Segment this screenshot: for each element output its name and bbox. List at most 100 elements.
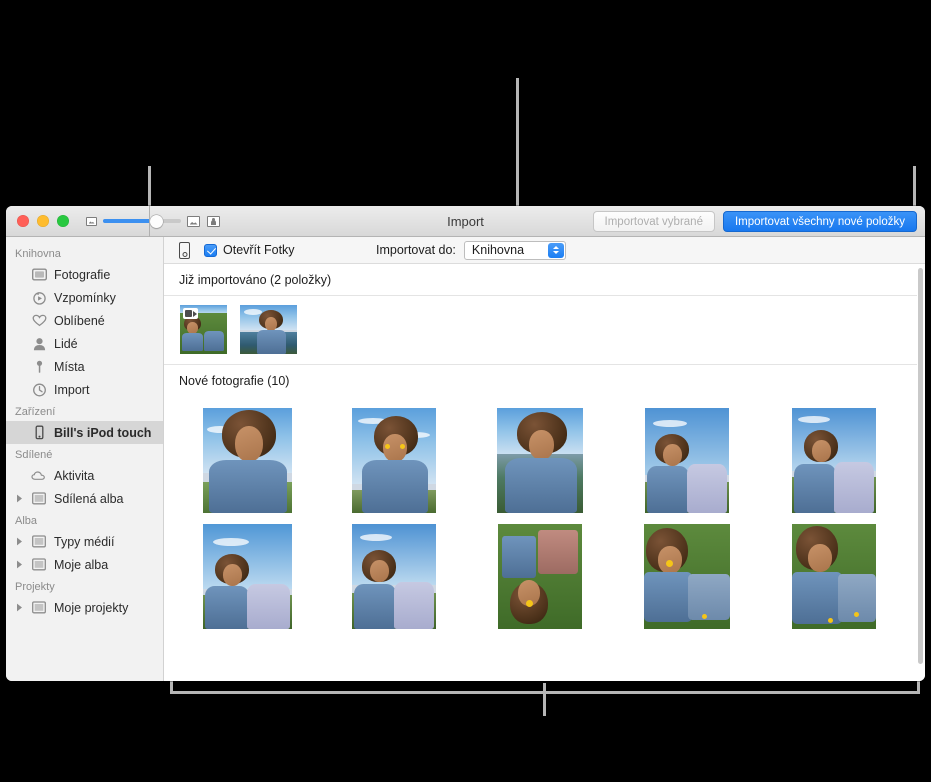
photo-face	[265, 317, 277, 331]
sidebar-item-label: Import	[54, 382, 90, 397]
thumbnail-item[interactable]	[791, 408, 876, 513]
open-photos-checkbox[interactable]	[204, 243, 217, 257]
ipod-icon	[31, 425, 47, 440]
photo-face	[369, 560, 389, 582]
pin-icon	[31, 360, 47, 374]
chevron-right-icon[interactable]	[15, 494, 24, 503]
sidebar-item-moje-alba[interactable]: Moje alba	[6, 553, 163, 576]
photo-cloud	[797, 416, 830, 423]
close-button[interactable]	[17, 215, 29, 227]
photo-clothing	[688, 574, 731, 620]
thumbnail-item[interactable]	[645, 408, 730, 513]
album-icon	[31, 601, 47, 614]
thumbnail-item[interactable]	[644, 524, 731, 629]
ipod-icon	[179, 241, 190, 259]
thumbnail-size-slider-group[interactable]	[86, 214, 200, 228]
thumbnail-item[interactable]	[351, 524, 436, 629]
thumbnail-item[interactable]	[791, 524, 876, 629]
chevron-right-icon[interactable]	[15, 603, 24, 612]
photo-face	[807, 544, 832, 572]
section-header-already-imported: Již importováno (2 položky)	[164, 264, 917, 296]
chevron-right-icon[interactable]	[15, 560, 24, 569]
import-into-popup[interactable]: Knihovna	[463, 240, 566, 260]
photo-clothing	[353, 584, 396, 629]
large-thumbnail-icon	[187, 215, 200, 227]
import-all-new-button[interactable]: Importovat všechny nové položky	[722, 211, 917, 232]
photo-flower	[399, 444, 405, 449]
sidebar-item-label: Moje alba	[54, 557, 109, 572]
sidebar-item-label: Moje projekty	[54, 600, 129, 615]
main-content: Otevřít Fotky Importovat do: Knihovna Ji…	[164, 237, 925, 681]
scrollbar-knob[interactable]	[918, 268, 923, 665]
thumbnail-item[interactable]	[202, 408, 292, 513]
photo-browser[interactable]: Již importováno (2 položky) Nové fotogra…	[164, 264, 925, 681]
thumbnail-item[interactable]	[351, 408, 436, 513]
photo-clothing	[204, 586, 249, 629]
video-badge	[183, 308, 198, 319]
photo-sky	[202, 524, 292, 590]
import-into-group: Importovat do: Knihovna	[376, 240, 566, 260]
photo-clothing	[644, 572, 693, 622]
slider-knob[interactable]	[149, 214, 163, 228]
chevron-updown-icon	[547, 242, 564, 258]
photo-clothing	[687, 464, 728, 513]
photo-cloud	[212, 538, 249, 546]
sidebar-item-import[interactable]: Import	[6, 378, 163, 401]
toolbar-buttons: Importovat vybrané Importovat všechny no…	[592, 211, 917, 232]
photo-clothing	[257, 330, 286, 354]
sidebar-item-sdilena-alba[interactable]: Sdílená alba	[6, 487, 163, 510]
chevron-right-icon[interactable]	[15, 537, 24, 546]
import-into-label: Importovat do:	[376, 243, 456, 257]
sidebar[interactable]: Knihovna Fotografie Vzpomínky Oblíbené L…	[6, 237, 164, 681]
cloud-icon	[31, 470, 47, 482]
chevron-down-icon	[552, 251, 559, 254]
slider-fill	[103, 219, 155, 223]
vertical-scrollbar[interactable]	[917, 266, 924, 679]
sidebar-item-label: Aktivita	[54, 468, 95, 483]
photo-cloud	[653, 420, 688, 427]
small-thumbnail-icon	[86, 216, 97, 226]
open-photos-checkbox-row[interactable]: Otevřít Fotky	[204, 243, 295, 257]
sidebar-group-label-knihovna: Knihovna	[15, 248, 61, 260]
people-view-icon[interactable]	[207, 215, 220, 227]
sidebar-item-oblibene[interactable]: Oblíbené	[6, 309, 163, 332]
photo-clothing	[538, 530, 579, 574]
photo-clothing	[204, 331, 224, 351]
window-controls[interactable]	[6, 215, 69, 227]
sidebar-item-label: Místa	[54, 359, 85, 374]
new-photos-grid[interactable]	[164, 396, 917, 641]
heart-icon	[31, 314, 47, 327]
photo-clothing	[502, 536, 537, 578]
photo-cloud	[359, 534, 392, 541]
import-selected-button[interactable]: Importovat vybrané	[592, 211, 715, 232]
photo-clothing	[393, 582, 434, 629]
import-options-bar: Otevřít Fotky Importovat do: Knihovna	[164, 237, 925, 264]
sidebar-item-bills-ipod-touch[interactable]: Bill's iPod touch	[6, 421, 163, 444]
thumbnail-item[interactable]	[497, 408, 584, 513]
sidebar-item-vzpominky[interactable]: Vzpomínky	[6, 286, 163, 309]
thumbnail-item[interactable]	[498, 524, 583, 629]
photo-clothing	[208, 460, 287, 513]
sidebar-item-mista[interactable]: Místa	[6, 355, 163, 378]
photo-clothing	[182, 333, 203, 351]
already-imported-row[interactable]	[164, 296, 917, 365]
thumbnail-size-slider[interactable]	[103, 214, 181, 228]
minimize-button[interactable]	[37, 215, 49, 227]
sidebar-item-moje-projekty[interactable]: Moje projekty	[6, 596, 163, 619]
photo-clothing	[647, 466, 690, 513]
sidebar-item-label: Sdílená alba	[54, 491, 124, 506]
photo-clothing	[793, 464, 836, 513]
album-icon	[31, 558, 47, 571]
zoom-button[interactable]	[57, 215, 69, 227]
sidebar-item-aktivita[interactable]: Aktivita	[6, 464, 163, 487]
thumbnail-item[interactable]	[202, 524, 292, 629]
thumbnail-item[interactable]	[180, 305, 227, 354]
window-titlebar[interactable]: Import Importovat vybrané Importovat vše…	[6, 206, 925, 237]
sidebar-item-lide[interactable]: Lidé	[6, 332, 163, 355]
thumbnail-item[interactable]	[240, 305, 297, 354]
photo-face	[811, 440, 831, 462]
sidebar-item-typy-medii[interactable]: Typy médií	[6, 530, 163, 553]
sidebar-item-fotografie[interactable]: Fotografie	[6, 263, 163, 286]
memories-icon	[31, 291, 47, 305]
photo-flower	[853, 612, 859, 617]
